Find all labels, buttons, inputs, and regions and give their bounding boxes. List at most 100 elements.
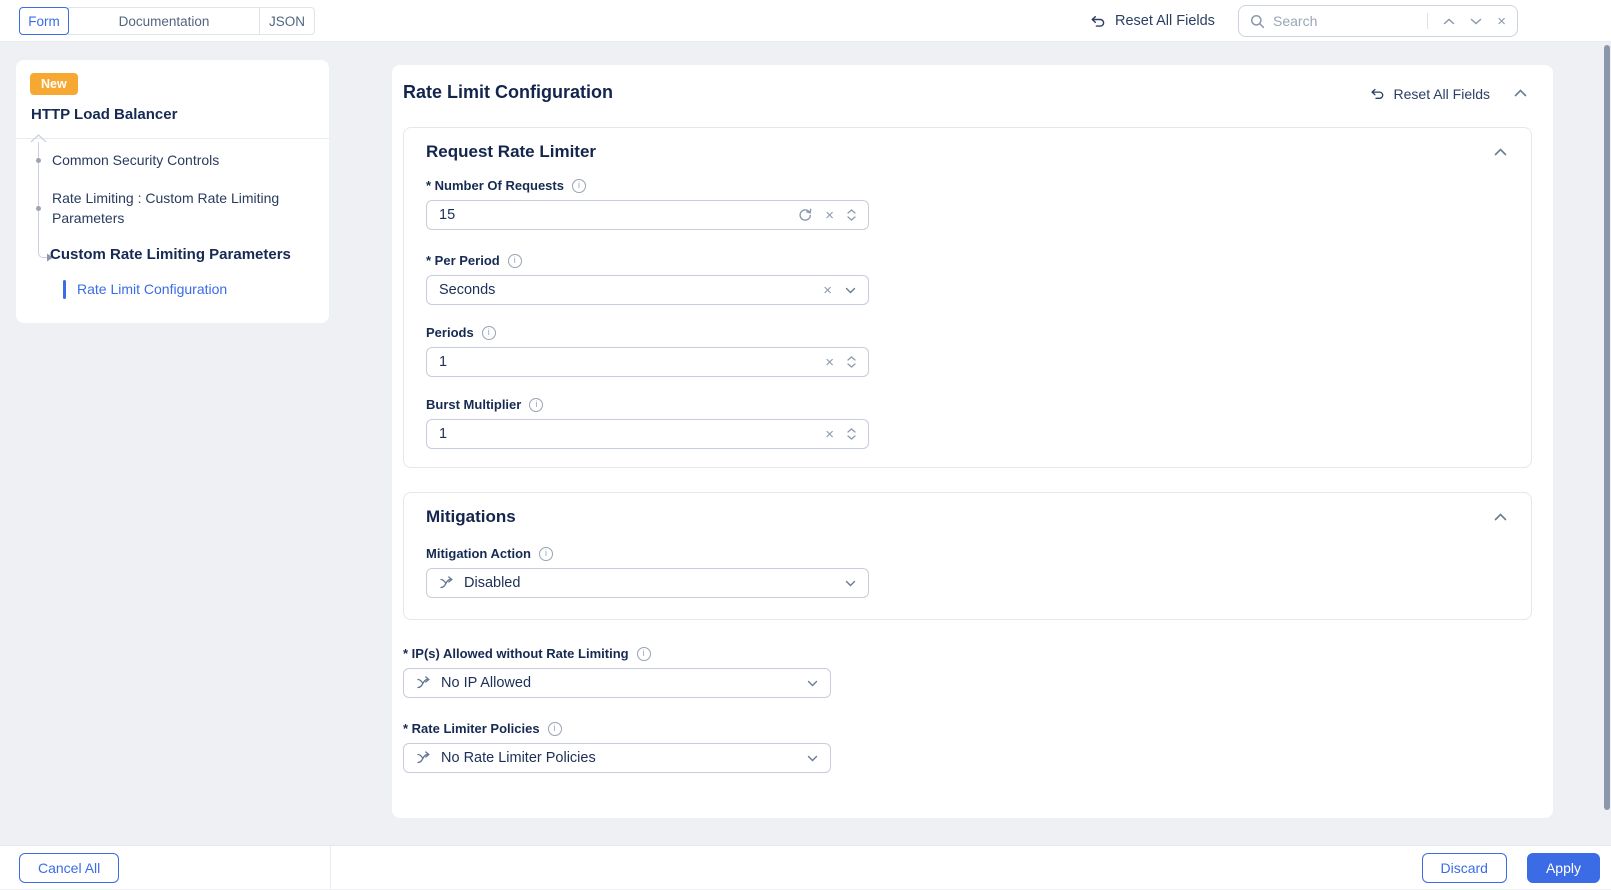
select-value: Disabled — [464, 575, 521, 591]
chevron-down-icon[interactable] — [807, 680, 818, 687]
field-label: * IP(s) Allowed without Rate Limiting — [403, 646, 629, 661]
tree-bullet-icon — [36, 158, 41, 163]
undo-icon — [1369, 87, 1385, 101]
rate-limiter-policies-field: * Rate Limiter Policies i No Rate Limite… — [403, 721, 831, 773]
divider — [16, 138, 329, 139]
search-input[interactable] — [1273, 13, 1428, 29]
request-rate-limiter-section: Request Rate Limiter * Number Of Request… — [403, 127, 1532, 468]
navigation-sidebar: New HTTP Load Balancer Common Security C… — [16, 60, 329, 323]
tab-documentation[interactable]: Documentation — [68, 7, 260, 35]
info-glyph: i — [642, 648, 645, 658]
number-stepper[interactable] — [847, 209, 856, 221]
field-label: Periods — [426, 325, 474, 340]
sidebar-item-rate-limiting[interactable]: Rate Limiting : Custom Rate Limiting Par… — [52, 188, 296, 228]
top-bar: Form Documentation JSON Reset All Fields — [0, 0, 1611, 42]
number-of-requests-field: * Number Of Requests i 15 × — [426, 178, 869, 230]
section-title: Mitigations — [426, 507, 516, 526]
field-label: * Number Of Requests — [426, 178, 564, 193]
active-item-indicator — [63, 280, 66, 299]
info-glyph: i — [513, 255, 516, 265]
undo-icon — [1089, 14, 1106, 29]
view-tabs: Form Documentation JSON — [19, 7, 315, 35]
panel-reset-label: Reset All Fields — [1393, 86, 1490, 102]
tree-bullet-icon — [36, 206, 41, 211]
info-glyph: i — [553, 723, 556, 733]
discard-button[interactable]: Discard — [1421, 853, 1507, 883]
one-of-branch-icon — [416, 751, 432, 765]
chevron-down-icon[interactable] — [845, 287, 856, 294]
one-of-branch-icon — [439, 576, 455, 590]
clear-icon[interactable]: × — [823, 283, 832, 298]
panel-reset-all-fields-button[interactable]: Reset All Fields — [1369, 86, 1490, 102]
section-collapse-icon[interactable] — [1494, 148, 1507, 156]
clear-icon[interactable]: × — [825, 355, 834, 370]
field-label: Mitigation Action — [426, 546, 531, 561]
chevron-down-icon[interactable] — [845, 580, 856, 587]
periods-field: Periods i 1 × — [426, 325, 869, 377]
search-controls: × — [1427, 13, 1506, 29]
tab-form[interactable]: Form — [19, 7, 69, 35]
info-icon[interactable]: i — [571, 178, 586, 193]
info-glyph: i — [544, 548, 547, 558]
info-icon[interactable]: i — [481, 325, 496, 340]
rate-limit-configuration-panel: Rate Limit Configuration Reset All Field… — [392, 65, 1553, 818]
reset-field-icon[interactable] — [798, 208, 812, 222]
sidebar-item-custom-rate-limiting-parameters[interactable]: Custom Rate Limiting Parameters — [50, 246, 291, 263]
new-badge: New — [30, 73, 78, 95]
input-value: 15 — [439, 207, 456, 223]
rate-limiter-policies-select[interactable]: No Rate Limiter Policies — [403, 743, 831, 773]
reset-all-fields-label: Reset All Fields — [1115, 13, 1215, 29]
chevron-down-icon[interactable] — [807, 755, 818, 762]
field-label: * Rate Limiter Policies — [403, 721, 540, 736]
vertical-scrollbar[interactable] — [1604, 45, 1610, 810]
number-stepper[interactable] — [847, 356, 856, 368]
info-glyph: i — [487, 327, 490, 337]
footer-bar: Cancel All Discard Apply — [0, 845, 1611, 890]
apply-button[interactable]: Apply — [1526, 853, 1600, 883]
per-period-field: * Per Period i Seconds × — [426, 253, 869, 305]
clear-icon[interactable]: × — [825, 208, 834, 223]
info-icon[interactable]: i — [507, 253, 522, 268]
search-close-icon[interactable]: × — [1497, 14, 1506, 29]
info-icon[interactable]: i — [538, 546, 553, 561]
mitigation-action-field: Mitigation Action i Disabled — [426, 546, 869, 598]
burst-multiplier-field: Burst Multiplier i 1 × — [426, 397, 869, 449]
info-icon[interactable]: i — [529, 397, 544, 412]
tab-json[interactable]: JSON — [259, 7, 315, 35]
field-label: Burst Multiplier — [426, 397, 522, 412]
number-stepper[interactable] — [847, 428, 856, 440]
sidebar-item-common-security-controls[interactable]: Common Security Controls — [52, 152, 219, 168]
burst-multiplier-input[interactable]: 1 × — [426, 419, 869, 449]
info-glyph: i — [535, 399, 538, 409]
info-glyph: i — [577, 180, 580, 190]
ips-allowed-select[interactable]: No IP Allowed — [403, 668, 831, 698]
cancel-all-button[interactable]: Cancel All — [19, 853, 120, 883]
select-value: Seconds — [439, 282, 496, 298]
periods-input[interactable]: 1 × — [426, 347, 869, 377]
select-value: No Rate Limiter Policies — [441, 750, 596, 766]
reset-all-fields-button[interactable]: Reset All Fields — [1089, 0, 1215, 42]
section-collapse-icon[interactable] — [1494, 513, 1507, 521]
search-prev-icon[interactable] — [1443, 17, 1455, 25]
per-period-select[interactable]: Seconds × — [426, 275, 869, 305]
sidebar-item-rate-limit-configuration[interactable]: Rate Limit Configuration — [77, 281, 227, 297]
search-icon — [1250, 14, 1265, 29]
one-of-branch-icon — [416, 676, 432, 690]
info-icon[interactable]: i — [636, 646, 651, 661]
input-value: 1 — [439, 354, 448, 370]
mitigation-action-select[interactable]: Disabled — [426, 568, 869, 598]
search-next-icon[interactable] — [1470, 18, 1482, 25]
panel-collapse-icon[interactable] — [1514, 89, 1527, 97]
info-icon[interactable]: i — [547, 721, 562, 736]
divider — [330, 846, 331, 890]
ips-allowed-field: * IP(s) Allowed without Rate Limiting i … — [403, 646, 831, 698]
mitigations-section: Mitigations Mitigation Action i Disabled — [403, 492, 1532, 620]
sidebar-title: HTTP Load Balancer — [31, 106, 178, 123]
number-of-requests-input[interactable]: 15 × — [426, 200, 869, 230]
field-label: * Per Period — [426, 253, 500, 268]
clear-icon[interactable]: × — [825, 427, 834, 442]
section-title: Request Rate Limiter — [426, 142, 597, 161]
search-box: × — [1238, 5, 1518, 37]
input-value: 1 — [439, 426, 448, 442]
panel-title: Rate Limit Configuration — [403, 82, 613, 102]
